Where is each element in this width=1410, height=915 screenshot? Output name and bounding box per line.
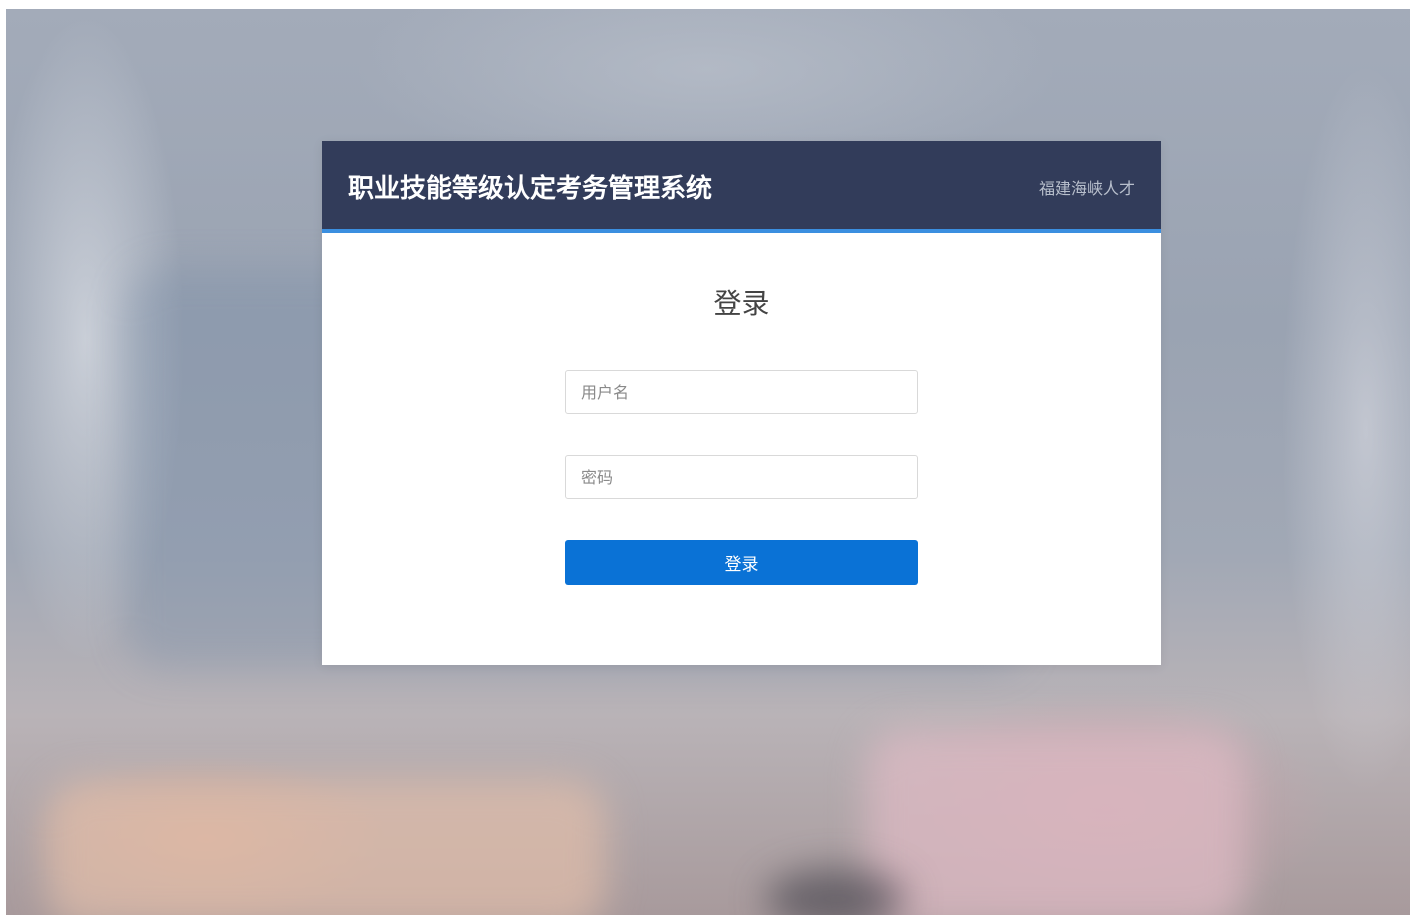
page: 职业技能等级认定考务管理系统 福建海峡人才 登录 登录 [0,0,1410,915]
login-button[interactable]: 登录 [565,540,918,585]
username-input[interactable] [565,370,918,414]
system-title: 职业技能等级认定考务管理系统 [348,174,713,204]
login-heading: 登录 [713,287,770,320]
login-heading-wrapper: 登录 [322,282,1161,322]
org-name: 福建海峡人才 [1038,179,1135,198]
background-cup-blur [866,729,1246,915]
background-book-blur [46,779,606,915]
password-input[interactable] [565,455,918,499]
card-header: 职业技能等级认定考务管理系统 福建海峡人才 [322,141,1161,233]
login-card: 职业技能等级认定考务管理系统 福建海峡人才 登录 登录 [322,141,1161,665]
